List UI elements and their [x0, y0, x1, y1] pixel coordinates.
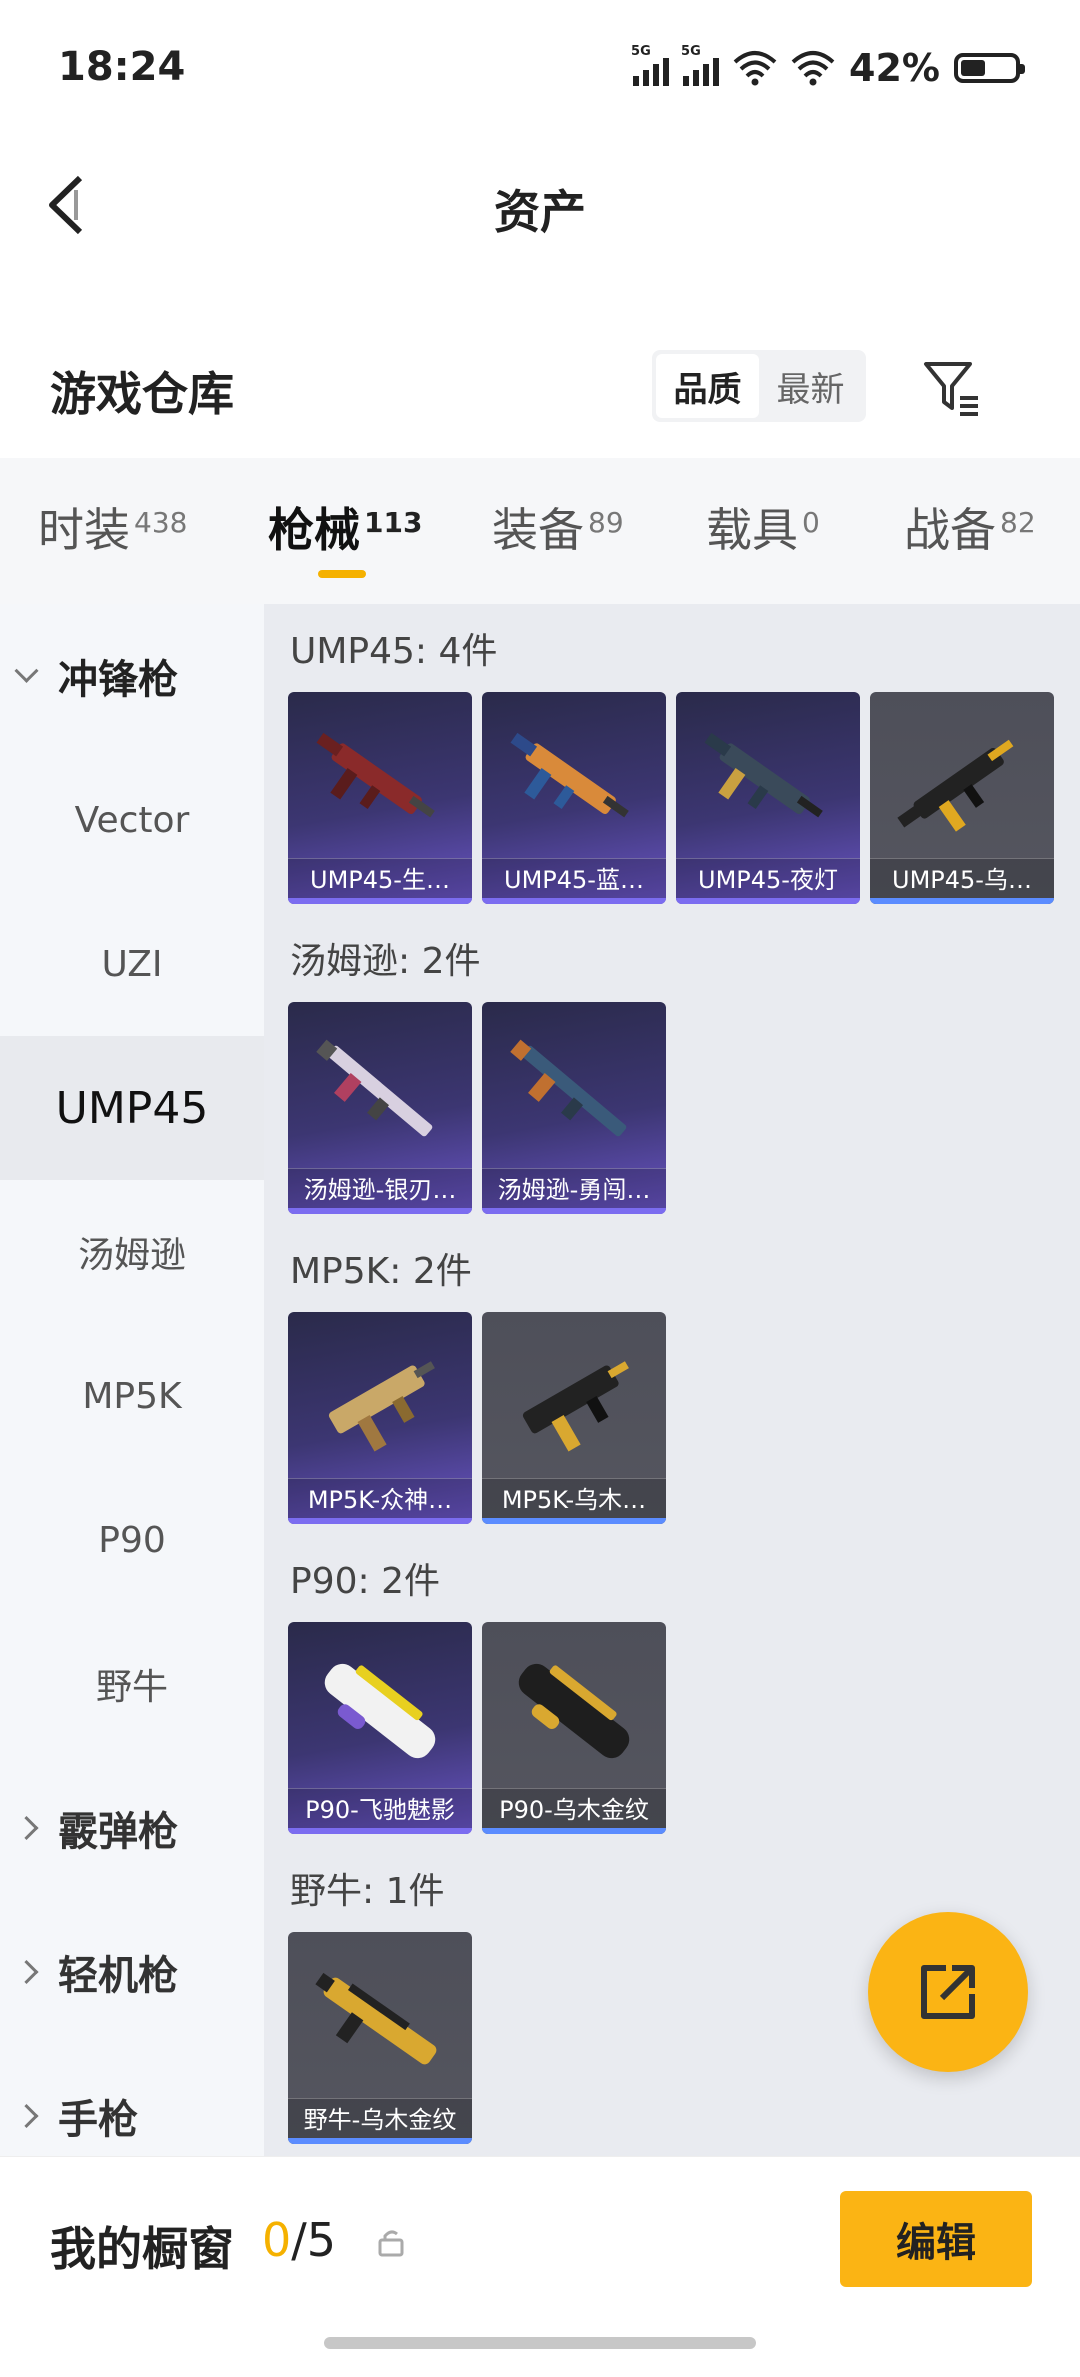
- sort-newest-button[interactable]: 最新: [759, 354, 862, 418]
- weapon-card[interactable]: UMP45-夜灯: [676, 692, 860, 904]
- p90-icon: [518, 1663, 630, 1759]
- smg-icon: [510, 732, 629, 818]
- smg-icon: [522, 1361, 629, 1452]
- weapon-card[interactable]: 汤姆逊-勇闯…: [482, 1002, 666, 1214]
- group-title-thompson: 汤姆逊: 2件: [290, 941, 481, 982]
- tab-guns[interactable]: 枪械 113: [268, 494, 422, 560]
- home-indicator[interactable]: [324, 2337, 756, 2349]
- status-time: 18:24: [58, 44, 186, 90]
- filter-icon[interactable]: [920, 356, 984, 420]
- tab-vehicles[interactable]: 载具 0: [706, 494, 820, 560]
- sidebar-group-pistol[interactable]: 手枪: [0, 2044, 264, 2156]
- p90-icon: [324, 1663, 436, 1759]
- group-title-p90: P90: 2件: [290, 1561, 440, 1602]
- weapon-card[interactable]: MP5K-乌木…: [482, 1312, 666, 1524]
- sort-toggle: 品质 最新: [652, 350, 866, 422]
- showcase-count: 0/5: [262, 2213, 337, 2267]
- sidebar-group-shotgun[interactable]: 霰弹枪: [0, 1756, 264, 1900]
- group-title-ump45: UMP45: 4件: [290, 631, 498, 672]
- battery-icon: [954, 53, 1025, 83]
- group-title-bizon: 野牛: 1件: [290, 1871, 445, 1912]
- smg-icon: [704, 732, 823, 818]
- sidebar-item-uzi[interactable]: UZI: [0, 892, 264, 1036]
- showcase-label: 我的橱窗: [50, 2222, 234, 2276]
- wifi-icon: [733, 51, 777, 86]
- weapon-card[interactable]: UMP45-蓝…: [482, 692, 666, 904]
- tab-supplies[interactable]: 战备 82: [904, 494, 1036, 560]
- wifi-2-icon: [791, 51, 835, 86]
- smg-icon: [328, 1361, 435, 1452]
- warehouse-header: 游戏仓库 品质 最新: [0, 330, 1080, 450]
- sidebar-item-vector[interactable]: Vector: [0, 748, 264, 892]
- lock-icon: [378, 2230, 404, 2257]
- weapon-card[interactable]: MP5K-众神…: [288, 1312, 472, 1524]
- tab-indicator: [318, 570, 366, 578]
- sidebar-group-lmg[interactable]: 轻机枪: [0, 1900, 264, 2044]
- weapon-card[interactable]: P90-乌木金纹: [482, 1622, 666, 1834]
- weapon-card[interactable]: UMP45-生…: [288, 692, 472, 904]
- group-title-mp5k: MP5K: 2件: [290, 1251, 472, 1292]
- rifle-icon: [510, 1039, 627, 1137]
- weapon-card[interactable]: UMP45-乌…: [870, 692, 1054, 904]
- signal-2-icon: 5G: [681, 44, 720, 86]
- sidebar-item-mp5k[interactable]: MP5K: [0, 1324, 264, 1468]
- smg-icon: [315, 1972, 437, 2065]
- page-title: 资产: [494, 185, 586, 239]
- chevron-right-icon: [14, 2103, 39, 2129]
- share-button[interactable]: [868, 1912, 1028, 2072]
- sidebar-item-bizon[interactable]: 野牛: [0, 1612, 264, 1756]
- status-icons: 5G 5G 42%: [631, 44, 1025, 90]
- sidebar-item-ump45[interactable]: UMP45: [0, 1036, 264, 1180]
- weapon-card[interactable]: 野牛-乌木金纹: [288, 1932, 472, 2144]
- warehouse-title: 游戏仓库: [50, 367, 234, 421]
- sort-quality-button[interactable]: 品质: [656, 354, 759, 418]
- battery-percent: 42%: [849, 46, 940, 90]
- sidebar-item-p90[interactable]: P90: [0, 1468, 264, 1612]
- sidebar-group-smg[interactable]: 冲锋枪: [0, 604, 264, 748]
- smg-icon: [316, 732, 435, 818]
- tab-fashion[interactable]: 时装 438: [38, 494, 187, 560]
- edit-button[interactable]: 编辑: [840, 2191, 1032, 2287]
- chevron-right-icon: [14, 1959, 39, 1985]
- weapon-sidebar: 冲锋枪 Vector UZI UMP45 汤姆逊 MP5K P90 野牛 霰弹枪…: [0, 604, 264, 2156]
- chevron-right-icon: [14, 1815, 39, 1841]
- signal-1-icon: 5G: [631, 44, 670, 86]
- header: 资产: [0, 140, 1080, 270]
- tab-equipment[interactable]: 装备 89: [492, 494, 624, 560]
- chevron-down-icon: [14, 658, 39, 683]
- rifle-icon: [316, 1039, 433, 1137]
- share-icon: [921, 1965, 975, 2019]
- sidebar-item-thompson[interactable]: 汤姆逊: [0, 1180, 264, 1324]
- weapon-card[interactable]: 汤姆逊-银刃…: [288, 1002, 472, 1214]
- category-tabs: 时装 438 枪械 113 装备 89 载具 0 战备 82: [0, 458, 1080, 604]
- weapon-card[interactable]: P90-飞驰魅影: [288, 1622, 472, 1834]
- smg-icon: [897, 739, 1014, 832]
- showcase-bar: 我的橱窗 0/5 编辑: [0, 2156, 1080, 2377]
- status-bar: 18:24 5G 5G 42%: [0, 0, 1080, 140]
